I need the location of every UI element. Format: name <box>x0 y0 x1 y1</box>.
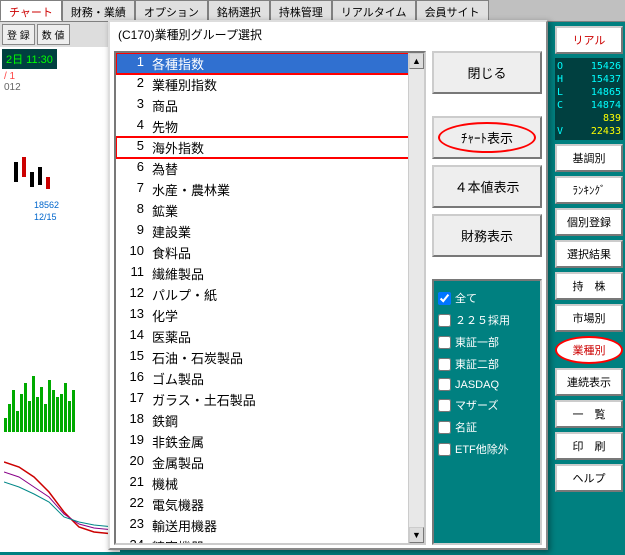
scrollbar[interactable]: ▲ ▼ <box>408 53 424 543</box>
side-button-0[interactable]: 基調別 <box>555 144 623 172</box>
list-item[interactable]: 18鉄鋼 <box>116 410 424 431</box>
side-button-6[interactable]: 業種別 <box>555 336 623 364</box>
finance-display-button[interactable]: 財務表示 <box>432 214 542 257</box>
checkbox[interactable] <box>438 336 451 349</box>
chart-display-button[interactable]: ﾁｬｰﾄ表示 <box>432 116 542 159</box>
list-item[interactable]: 2業種別指数 <box>116 74 424 95</box>
filter-check-2[interactable]: 東証一部 <box>438 331 536 353</box>
side-button-5[interactable]: 市場別 <box>555 304 623 332</box>
filter-check-6[interactable]: 名証 <box>438 416 536 438</box>
checkbox[interactable] <box>438 314 451 327</box>
list-item[interactable]: 10食料品 <box>116 242 424 263</box>
top-tab-5[interactable]: リアルタイム <box>332 0 416 21</box>
checkbox[interactable] <box>438 358 451 371</box>
four-value-button[interactable]: ４本値表示 <box>432 165 542 208</box>
filter-checkboxes: 全て２２５採用東証一部東証二部JASDAQマザーズ名証ETF他除外 <box>432 279 542 545</box>
list-item[interactable]: 5海外指数 <box>116 137 424 158</box>
side-button-4[interactable]: 持 株 <box>555 272 623 300</box>
real-button[interactable]: リアル <box>555 26 623 54</box>
industry-list[interactable]: 1各種指数2業種別指数3商品4先物5海外指数6為替7水産・農林業8鉱業9建設業1… <box>114 51 426 545</box>
side-button-7[interactable]: 連続表示 <box>555 368 623 396</box>
volume-bars <box>4 362 114 432</box>
list-item[interactable]: 4先物 <box>116 116 424 137</box>
scroll-down-icon[interactable]: ▼ <box>409 527 424 543</box>
list-item[interactable]: 13化学 <box>116 305 424 326</box>
chart-background: 登 録 数 値 2日 11:30 / 1 012 18562 12/15 <box>0 22 120 552</box>
candlestick-chart: 18562 12/15 <box>4 122 114 222</box>
top-tab-1[interactable]: 財務・業績 <box>62 0 135 21</box>
checkbox[interactable] <box>438 443 451 456</box>
list-item[interactable]: 20金属製品 <box>116 452 424 473</box>
side-button-10[interactable]: ヘルプ <box>555 464 623 492</box>
dialog-title: (C170)業種別グループ選択 <box>110 22 546 47</box>
top-tab-4[interactable]: 持株管理 <box>270 0 332 21</box>
list-item[interactable]: 6為替 <box>116 158 424 179</box>
side-button-9[interactable]: 印 刷 <box>555 432 623 460</box>
filter-check-7[interactable]: ETF他除外 <box>438 438 536 460</box>
list-item[interactable]: 19非鉄金属 <box>116 431 424 452</box>
filter-check-3[interactable]: 東証二部 <box>438 353 536 375</box>
list-item[interactable]: 9建設業 <box>116 221 424 242</box>
list-item[interactable]: 16ゴム製品 <box>116 368 424 389</box>
list-item[interactable]: 23輸送用機器 <box>116 515 424 536</box>
side-button-1[interactable]: ﾗﾝｷﾝｸﾞ <box>555 176 623 204</box>
price-label: 18562 <box>34 200 59 210</box>
list-item[interactable]: 22電気機器 <box>116 494 424 515</box>
bg-toolbar: 登 録 数 値 <box>0 22 120 47</box>
scroll-up-icon[interactable]: ▲ <box>409 53 424 69</box>
top-tab-0[interactable]: チャート <box>0 0 62 21</box>
right-sidebar: リアル O15426H15437L14865C14874839V22433 基調… <box>553 22 625 552</box>
line-chart <box>4 442 114 552</box>
date-label: 12/15 <box>34 212 57 222</box>
list-item[interactable]: 17ガラス・土石製品 <box>116 389 424 410</box>
date-fragment: / 1 <box>0 71 120 82</box>
side-button-8[interactable]: 一 覧 <box>555 400 623 428</box>
ohlc-row: L14865 <box>557 86 621 99</box>
checkbox[interactable] <box>438 378 451 391</box>
checkbox[interactable] <box>438 421 451 434</box>
filter-check-1[interactable]: ２２５採用 <box>438 309 536 331</box>
list-item[interactable]: 12パルプ・紙 <box>116 284 424 305</box>
list-item[interactable]: 8鉱業 <box>116 200 424 221</box>
filter-check-0[interactable]: 全て <box>438 287 536 309</box>
date-time-badge: 2日 11:30 <box>2 49 57 69</box>
ohlc-row: 839 <box>557 112 621 125</box>
dialog-button-column: 閉じる ﾁｬｰﾄ表示 ４本値表示 財務表示 全て２２５採用東証一部東証二部JAS… <box>432 51 542 545</box>
values-button[interactable]: 数 値 <box>37 24 70 45</box>
top-tab-3[interactable]: 銘柄選択 <box>208 0 270 21</box>
ohlc-row: O15426 <box>557 60 621 73</box>
industry-group-dialog: (C170)業種別グループ選択 1各種指数2業種別指数3商品4先物5海外指数6為… <box>108 20 548 550</box>
register-button[interactable]: 登 録 <box>2 24 35 45</box>
list-item[interactable]: 3商品 <box>116 95 424 116</box>
year-fragment: 012 <box>0 82 120 93</box>
ohlc-panel: O15426H15437L14865C14874839V22433 <box>555 58 623 140</box>
side-button-2[interactable]: 個別登録 <box>555 208 623 236</box>
ohlc-row: V22433 <box>557 125 621 138</box>
checkbox[interactable] <box>438 292 451 305</box>
checkbox[interactable] <box>438 399 451 412</box>
list-item[interactable]: 11繊維製品 <box>116 263 424 284</box>
top-tab-6[interactable]: 会員サイト <box>416 0 489 21</box>
list-item[interactable]: 14医薬品 <box>116 326 424 347</box>
ohlc-row: H15437 <box>557 73 621 86</box>
list-item[interactable]: 7水産・農林業 <box>116 179 424 200</box>
list-item[interactable]: 21機械 <box>116 473 424 494</box>
top-tab-2[interactable]: オプション <box>135 0 208 21</box>
list-item[interactable]: 24精密機器 <box>116 536 424 545</box>
list-item[interactable]: 1各種指数 <box>116 53 424 74</box>
filter-check-4[interactable]: JASDAQ <box>438 375 536 394</box>
close-button[interactable]: 閉じる <box>432 51 542 94</box>
filter-check-5[interactable]: マザーズ <box>438 394 536 416</box>
list-item[interactable]: 15石油・石炭製品 <box>116 347 424 368</box>
top-menu: チャート財務・業績オプション銘柄選択持株管理リアルタイム会員サイト <box>0 0 625 22</box>
ohlc-row: C14874 <box>557 99 621 112</box>
side-button-3[interactable]: 選択結果 <box>555 240 623 268</box>
